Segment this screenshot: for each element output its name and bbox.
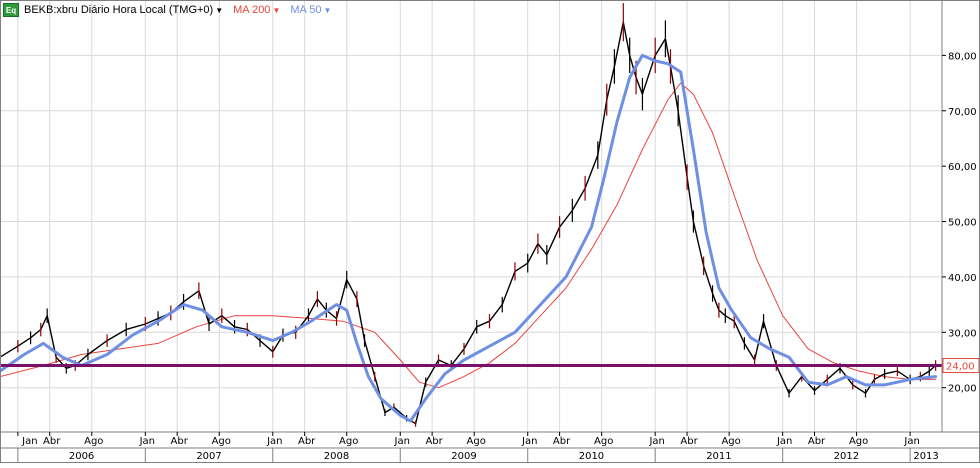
x-tick-label: Abr: [680, 436, 698, 447]
x-year-label: 2012: [834, 451, 859, 462]
x-tick-label: Jan: [648, 436, 664, 447]
chart: 24,00 20,00 30,00 40,00 50,00 60,00 70,00 80,0…: [0, 0, 980, 463]
legend-symbol[interactable]: BEKB:xbru Diário Hora Local (TMG+0) ▼: [24, 4, 223, 16]
legend-ma200[interactable]: MA 200 ▼: [233, 4, 280, 16]
legend-ma200-label: MA 200: [233, 4, 271, 16]
x-tick-label: Ago: [594, 436, 613, 447]
y-tick-label: 70,00: [948, 107, 977, 118]
x-tick-label: Jan: [903, 436, 919, 447]
legend-ma50[interactable]: MA 50 ▼: [290, 4, 331, 16]
x-tick-label: Jan: [139, 436, 155, 447]
x-year-label: 2007: [196, 451, 221, 462]
chevron-down-icon[interactable]: ▼: [215, 6, 223, 15]
x-year-label: 2008: [324, 451, 349, 462]
x-year-label: 2011: [706, 451, 731, 462]
chevron-down-icon[interactable]: ▼: [324, 6, 332, 15]
chart-svg: 24,00 20,00 30,00 40,00 50,00 60,00 70,00 80,0…: [0, 0, 980, 463]
x-tick-label: Ago: [467, 436, 486, 447]
x-year-label: 2013: [913, 451, 938, 462]
x-tick-label: Abr: [171, 436, 189, 447]
legend: BEKB:xbru Diário Hora Local (TMG+0) ▼ MA…: [24, 3, 341, 17]
x-tick-label: Ago: [849, 436, 868, 447]
x-tick-label: Jan: [21, 436, 37, 447]
x-tick-label: Ago: [84, 436, 103, 447]
legend-ma50-label: MA 50: [290, 4, 322, 16]
x-year-label: 2006: [69, 451, 94, 462]
x-tick-label: Abr: [553, 436, 571, 447]
x-tick-label: Ago: [721, 436, 740, 447]
x-tick-label: Ago: [339, 436, 358, 447]
x-tick-label: Jan: [266, 436, 282, 447]
x-tick-label: Abr: [298, 436, 316, 447]
equity-icon[interactable]: Eq: [3, 3, 19, 17]
y-tick-label: 60,00: [948, 162, 977, 173]
chevron-down-icon[interactable]: ▼: [272, 6, 280, 15]
x-year-label: 2010: [579, 451, 604, 462]
x-tick-label: Jan: [776, 436, 792, 447]
x-tick-label: Ago: [212, 436, 231, 447]
y-tick-label: 20,00: [948, 384, 977, 395]
y-tick-label: 40,00: [948, 273, 977, 284]
y-tick-label: 50,00: [948, 218, 977, 229]
x-axis: Jan Abr Ago Jan Abr Ago Jan Abr Ago Jan Abr Ago Jan A…: [0, 431, 980, 463]
x-tick-label: Abr: [43, 436, 61, 447]
x-tick-label: Abr: [425, 436, 443, 447]
x-tick-label: Abr: [808, 436, 826, 447]
y-tick-label: 80,00: [948, 51, 977, 62]
x-year-label: 2009: [451, 451, 476, 462]
y-tick-label: 30,00: [948, 328, 977, 339]
legend-symbol-label: BEKB:xbru Diário Hora Local (TMG+0): [24, 4, 214, 16]
x-tick-label: Jan: [521, 436, 537, 447]
x-tick-label: Jan: [394, 436, 410, 447]
horizontal-line-label: 24,00: [946, 362, 975, 373]
